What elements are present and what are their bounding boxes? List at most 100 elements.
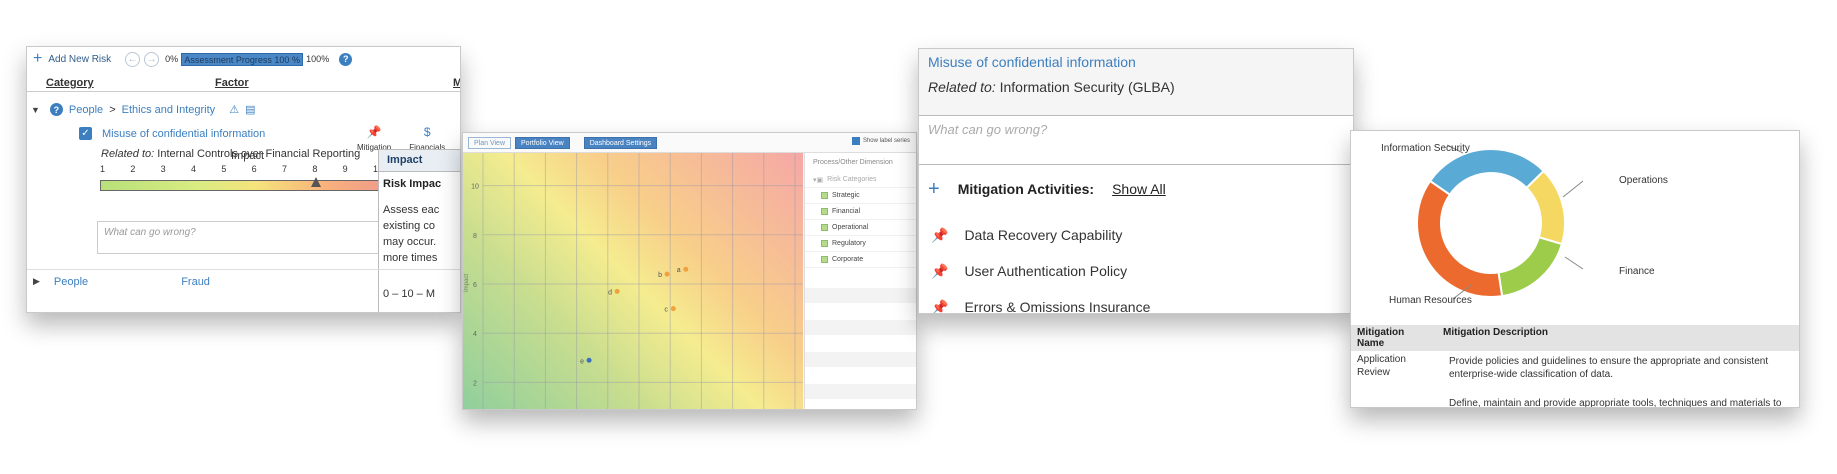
- tree-item-label: Corporate: [832, 256, 864, 263]
- collapsed-row: ▶ People Fraud: [27, 269, 460, 293]
- tree-item-label: Financial: [832, 208, 861, 215]
- impact-popup-header: Impact: [379, 150, 460, 172]
- leader-line: [1562, 180, 1584, 198]
- add-new-risk-button[interactable]: + Add New Risk: [33, 51, 111, 67]
- description-paragraph: Provide policies and guidelines to ensur…: [1449, 356, 1769, 380]
- point-label: c: [664, 307, 668, 314]
- document-icon[interactable]: ▤: [245, 103, 255, 116]
- risk-title[interactable]: Misuse of confidential information: [102, 128, 265, 140]
- portfolio-view-button[interactable]: Portfolio View: [515, 136, 570, 149]
- risk-detail-title[interactable]: Misuse of confidential information: [928, 54, 1136, 70]
- expand-triangle-icon[interactable]: ▶: [33, 276, 40, 287]
- show-label-checkbox[interactable]: [851, 137, 860, 145]
- category-icon: [821, 224, 828, 231]
- cell-mitigation-description: Provide policies and guidelines to ensur…: [1437, 351, 1799, 407]
- scale-tick-label: 5: [221, 164, 227, 174]
- mitigation-report-panel: Information Security Operations Finance …: [1350, 130, 1800, 408]
- donut-slice: [1416, 179, 1504, 298]
- donut-label: Information Security: [1381, 143, 1470, 154]
- mitigation-item-label: Data Recovery Capability: [964, 227, 1123, 243]
- impact-label: Impact: [231, 150, 265, 162]
- back-arrow-icon[interactable]: ←: [125, 51, 141, 67]
- y-axis-label: Impact: [464, 274, 470, 292]
- row-factor[interactable]: Fraud: [181, 276, 210, 288]
- help-icon[interactable]: ?: [339, 52, 353, 66]
- factor-header[interactable]: Factor: [215, 77, 249, 89]
- what-can-go-wrong-input[interactable]: What can go wrong?: [97, 221, 397, 254]
- mitigation-table: Mitigation Name Mitigation Description A…: [1351, 325, 1799, 407]
- list-item[interactable]: 📌 Data Recovery Capability: [931, 217, 1150, 253]
- mitigation-item-label: Errors & Omissions Insurance: [964, 299, 1151, 314]
- point-label: d: [608, 289, 612, 296]
- scatter-point: [683, 266, 689, 272]
- empty-row: [805, 304, 916, 320]
- tree-item-regulatory[interactable]: Regulatory: [805, 236, 916, 252]
- mitigation-activities-header: + Mitigation Activities: Show All: [928, 179, 1166, 199]
- impact-gradient-track[interactable]: [100, 180, 383, 191]
- breadcrumb-factor[interactable]: Ethics and Integrity: [122, 104, 216, 116]
- header-divider: [27, 91, 460, 92]
- y-tick-label: 6: [473, 282, 477, 289]
- tree-item-operational[interactable]: Operational: [805, 220, 916, 236]
- folder-icon: ▾▣: [813, 176, 824, 184]
- empty-row: [805, 384, 916, 400]
- breadcrumb: ▼ ? People > Ethics and Integrity ⚠ ▤: [31, 103, 255, 116]
- add-mitigation-icon[interactable]: +: [928, 179, 940, 199]
- financials-button[interactable]: $ Financials: [409, 125, 445, 152]
- y-tick-label: 2: [473, 380, 477, 387]
- donut-slice: [1497, 236, 1564, 298]
- pin-icon: 📌: [931, 262, 949, 279]
- forward-arrow-icon[interactable]: →: [144, 51, 160, 67]
- related-prefix: Related to:: [928, 79, 996, 95]
- empty-row: [805, 320, 916, 336]
- dashboard-toolbar: Plan View Portfolio View Dashboard Setti…: [463, 133, 916, 153]
- question-icon[interactable]: ?: [49, 103, 63, 116]
- show-label-toggle[interactable]: Show label series: [851, 137, 910, 145]
- show-all-link[interactable]: Show All: [1112, 181, 1166, 197]
- scale-tick-label: 3: [160, 164, 166, 174]
- impact-marker[interactable]: [311, 177, 322, 187]
- breadcrumb-separator: >: [109, 103, 116, 116]
- warning-person-icon[interactable]: ⚠: [229, 103, 239, 116]
- donut-label: Human Resources: [1389, 295, 1472, 306]
- donut-slice: [1525, 169, 1566, 246]
- popup-line: existing co: [383, 220, 435, 232]
- impact-slider[interactable]: ? 12345678910: [100, 164, 401, 207]
- show-label-text: Show label series: [862, 138, 910, 144]
- cell-mitigation-name: Application Review: [1357, 354, 1406, 378]
- what-can-go-wrong-input[interactable]: What can go wrong?: [919, 115, 1353, 165]
- tree-item-strategic[interactable]: Strategic: [805, 188, 916, 204]
- mitigation-button[interactable]: 📌 Mitigation: [357, 125, 391, 152]
- pin-icon: 📌: [931, 226, 949, 243]
- tree-item-corporate[interactable]: Corporate: [805, 252, 916, 268]
- donut-label: Operations: [1619, 175, 1668, 186]
- empty-row: [805, 336, 916, 352]
- row-category[interactable]: People: [54, 276, 88, 288]
- pin-icon: 📌: [931, 298, 949, 314]
- progress-end-label: 100%: [306, 54, 330, 64]
- col-mitigation-description: Mitigation Description: [1443, 327, 1548, 338]
- list-item[interactable]: 📌 Errors & Omissions Insurance: [931, 289, 1150, 314]
- empty-row: [805, 352, 916, 368]
- risk-checkbox[interactable]: ✓: [79, 127, 92, 140]
- tree-item-label: Strategic: [832, 192, 860, 199]
- y-tick-label: 8: [473, 233, 477, 240]
- tree-item-financial[interactable]: Financial: [805, 204, 916, 220]
- tree-root[interactable]: ▾▣ Risk Categories: [805, 172, 916, 188]
- mitigation-list: 📌 Data Recovery Capability 📌 User Authen…: [931, 217, 1150, 314]
- scatter-point: [614, 288, 620, 294]
- list-item[interactable]: 📌 User Authentication Policy: [931, 253, 1150, 289]
- table-row[interactable]: Application Review Provide policies and …: [1351, 351, 1799, 407]
- progress-start-label: 0%: [165, 54, 179, 64]
- heatmap-dashboard-panel: Plan View Portfolio View Dashboard Setti…: [462, 132, 917, 410]
- breadcrumb-category[interactable]: People: [69, 104, 103, 116]
- category-header[interactable]: Category: [46, 77, 94, 89]
- collapse-triangle-icon[interactable]: ▼: [31, 105, 40, 115]
- dashboard-settings-button[interactable]: Dashboard Settings: [583, 136, 658, 149]
- category-icon: [821, 256, 828, 263]
- empty-row: [805, 288, 916, 304]
- plan-view-button[interactable]: Plan View: [468, 136, 512, 149]
- col-mitigation-name: Mitigation Name: [1357, 327, 1405, 349]
- popup-line: Assess eac: [383, 204, 440, 216]
- risk-actions: 📌 Mitigation $ Financials: [357, 125, 445, 152]
